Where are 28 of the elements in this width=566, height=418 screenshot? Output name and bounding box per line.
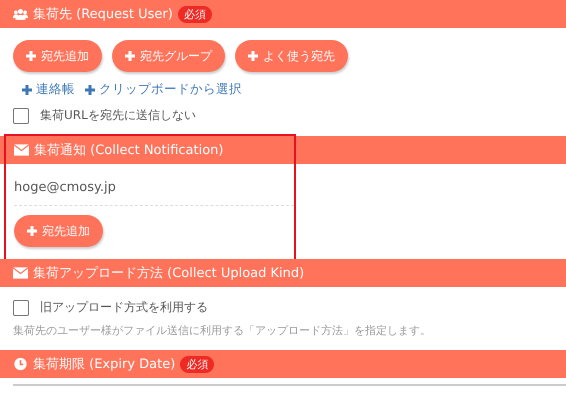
plus-icon [27, 226, 37, 236]
add-button[interactable]: 宛先追加 [14, 215, 103, 247]
link[interactable]: 連絡帳 [22, 81, 75, 98]
email-entry: hoge@cmosy.jp [14, 176, 294, 206]
required-badge: 必須 [178, 6, 212, 22]
checkbox[interactable] [13, 300, 29, 316]
section-title: 集荷期限 (Expiry Date) [33, 356, 176, 373]
checkbox-label: 旧アップロード方式を利用する [40, 299, 208, 316]
envelope-icon [14, 143, 29, 157]
section-title: 集荷先 (Request User) [33, 6, 173, 23]
section-title: 集荷アップロード方法 (Collect Upload Kind) [33, 265, 304, 282]
envelope-icon [13, 266, 28, 280]
link[interactable]: クリップボードから選択 [85, 81, 242, 98]
add-button[interactable]: よく使う宛先 [235, 40, 348, 72]
clock-icon [13, 357, 28, 371]
plus-icon [26, 51, 36, 61]
add-button[interactable]: 宛先追加 [13, 40, 102, 72]
add-button[interactable]: 宛先グループ [112, 40, 225, 72]
checkbox[interactable] [13, 108, 29, 124]
plus-icon [22, 84, 32, 94]
required-badge: 必須 [180, 356, 214, 372]
help-text: 集荷先のユーザー様がファイル送信に利用する「アップロード方法」を指定します。 [13, 323, 432, 338]
checkbox-label: 集荷URLを宛先に送信しない [40, 107, 196, 124]
plus-icon [248, 51, 258, 61]
plus-icon [85, 84, 95, 94]
users-icon [13, 7, 28, 21]
plus-icon [125, 51, 135, 61]
section-title: 集荷通知 (Collect Notification) [34, 142, 224, 159]
